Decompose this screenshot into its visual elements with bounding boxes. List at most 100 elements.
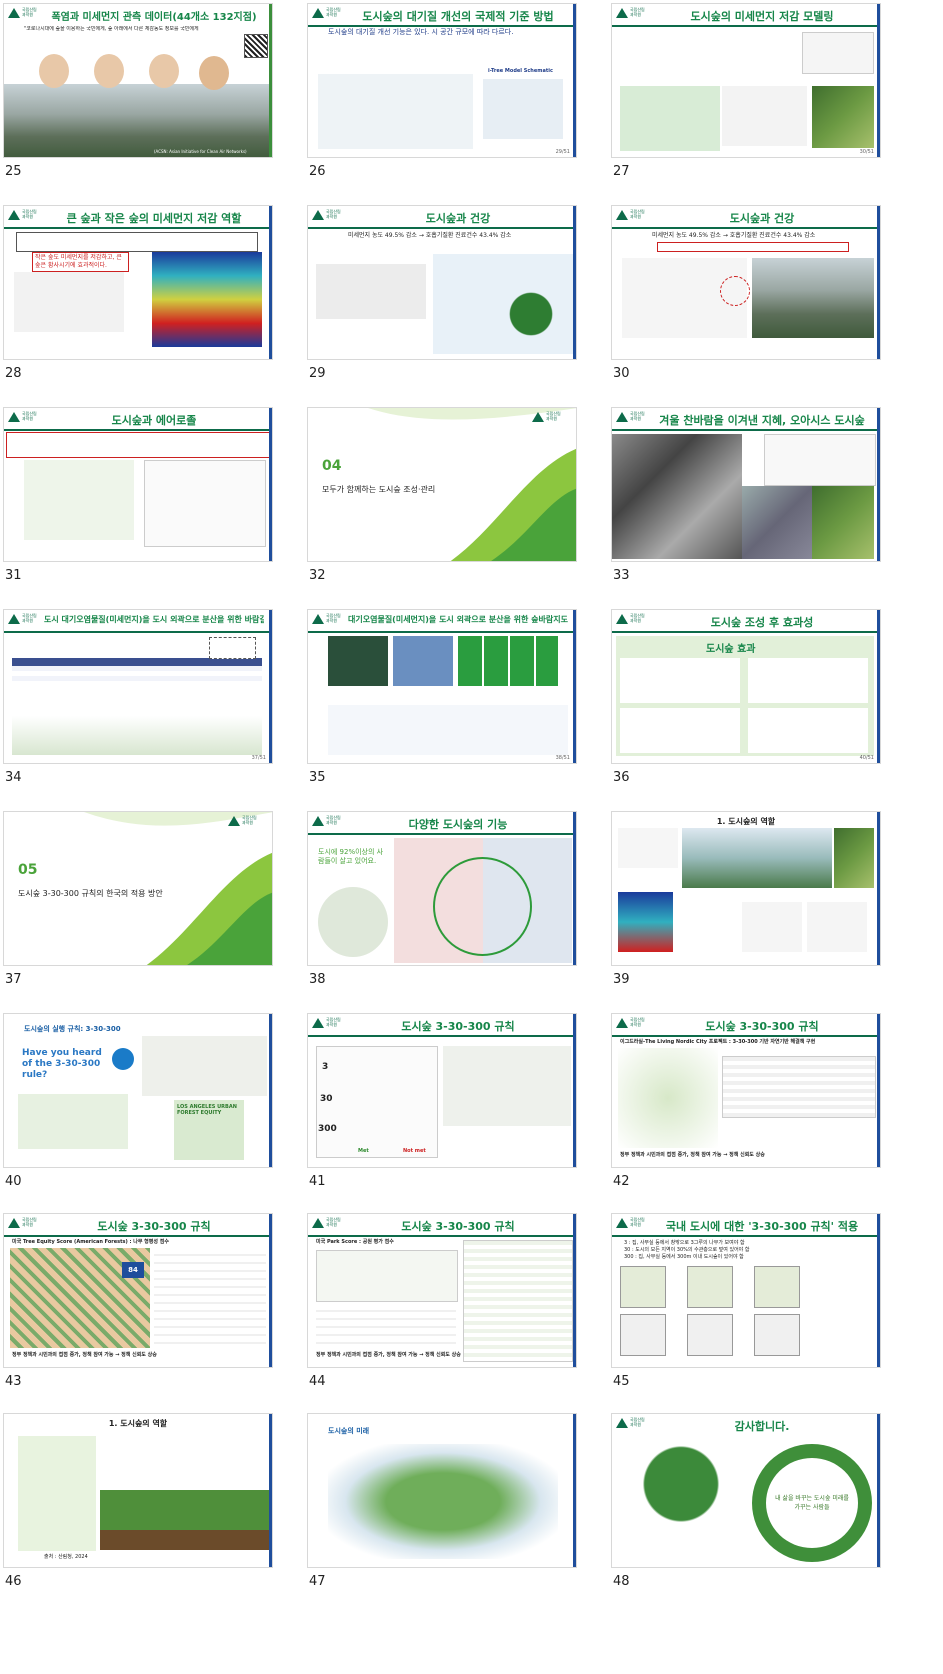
forest-logo: 국립산림 과학원 [228, 815, 270, 829]
effect-card [748, 708, 868, 753]
data-table [722, 1056, 876, 1118]
city-map [687, 1266, 733, 1308]
green-map [618, 1048, 718, 1148]
slide-subtitle: 미국 Tree Equity Score (American Forests) … [12, 1239, 169, 1245]
slide-thumb-30[interactable]: 국립산림 과학원 도시숲과 건강 미세먼지 농도 49.5% 감소 → 호흡기질환… [611, 205, 881, 360]
aerial-photo [752, 258, 874, 338]
slide-thumb-45[interactable]: 국립산림 과학원 국내 도시에 대한 '3-30-300 규칙' 적용 3 : 집… [611, 1213, 881, 1368]
slide-number: 44 [309, 1374, 326, 1389]
curve-chart [764, 434, 876, 486]
slide-number: 48 [613, 1574, 630, 1589]
slide-thumb-48[interactable]: 국립산림 과학원 감사합니다. 내 삶을 바꾸는 도시숲 미래를 가꾸는 사람들 [611, 1413, 881, 1568]
slide-title: 도시 대기오염물질(미세먼지)을 도시 외곽으로 분산을 위한 바람길숲 [44, 615, 264, 624]
slide-number: 27 [613, 164, 630, 179]
slide-thumb-47[interactable]: 도시숲의 미래 [307, 1413, 577, 1568]
qr-code [244, 34, 268, 58]
slide-title: 대기오염물질(미세먼지)을 도시 외곽으로 분산을 위한 숲바람지도 [348, 615, 568, 624]
city-map [620, 1314, 666, 1356]
ranking-table [463, 1240, 573, 1362]
infographic-panel: 도시숲 효과 [616, 636, 874, 756]
section-number: 04 [322, 458, 342, 474]
slide-subtitle: 미세먼지 농도 49.5% 감소 → 호흡기질환 진료건수 43.4% 감소 [652, 232, 816, 239]
slide-subtitle: 미국 Park Score : 공원 평가 점수 [316, 1239, 394, 1245]
met-label: Met [358, 1148, 369, 1154]
slide-thumb-29[interactable]: 국립산림 과학원 도시숲과 건강 미세먼지 농도 49.5% 감소 → 호흡기질환… [307, 205, 577, 360]
slide-footer: 정부 정책과 시민과의 접점 증가, 정책 참여 가능 → 정책 신뢰도 상승 [620, 1152, 765, 1158]
highlight-circle [720, 276, 750, 306]
infographic-heading: 도시숲 효과 [706, 644, 756, 655]
slide-thumb-34[interactable]: 국립산림 과학원 도시 대기오염물질(미세먼지)을 도시 외곽으로 분산을 위한 … [3, 609, 273, 764]
slide-thumb-40[interactable]: 도시숲의 실행 규칙: 3-30-300 Have you heard of t… [3, 1013, 273, 1168]
city-photo [682, 828, 832, 888]
forest-photo [812, 486, 874, 559]
illustration [620, 86, 720, 151]
bullet-list [316, 1304, 456, 1349]
slide-number: 40 [5, 1174, 22, 1189]
schematic [483, 79, 563, 139]
city-map [754, 1314, 800, 1356]
slide-footer: 정부 정책과 시민과의 접점 증가, 정책 참여 가능 → 정책 신뢰도 상승 [12, 1352, 157, 1358]
map-photo [742, 486, 812, 559]
bullet-list [154, 1248, 266, 1348]
satellite-map [328, 636, 388, 686]
rule-line: 300 : 집, 사무실 등에서 300m 이내 도시숲이 있어야 함 [624, 1254, 744, 1260]
forest-photo [834, 828, 874, 888]
rule-line: 3 : 집, 사무실 등에서 창밖으로 3그루의 나무가 보여야 함 [624, 1240, 745, 1246]
slide-title: 도시숲 조성 후 효과성 [710, 616, 814, 629]
not-met-label: Not met [403, 1148, 426, 1154]
slide-thumb-38[interactable]: 국립산림 과학원 다양한 도시숲의 기능 도시에 92%이상의 사람들이 살고 있… [307, 811, 577, 966]
slide-thumb-28[interactable]: 국립산림 과학원 큰 숲과 작은 숲의 미세먼지 저감 역할 작은 숲도 미세먼지… [3, 205, 273, 360]
slide-thumb-25[interactable]: 국립산림 과학원 폭염과 미세먼지 관측 데이터(44개소 132지점) "코로나… [3, 3, 273, 158]
slide-thumb-46[interactable]: 1. 도시숲의 역할 출처 : 산림청, 2024 [3, 1413, 273, 1568]
slide-thumb-35[interactable]: 국립산림 과학원 대기오염물질(미세먼지)을 도시 외곽으로 분산을 위한 숲바람… [307, 609, 577, 764]
slide-title: 도시숲과 건강 [729, 212, 795, 225]
slide-thumb-26[interactable]: 국립산림 과학원 도시숲의 대기질 개선의 국제적 기준 방법 도시숲의 대기질 … [307, 3, 577, 158]
slide-title: 겨울 찬바람을 이겨낸 지혜, 오아시스 도시숲 [659, 414, 865, 427]
slide-thumb-32[interactable]: 국립산림 과학원 04 모두가 함께하는 도시숲 조성·관리 [307, 407, 577, 562]
pollution-diagram [433, 254, 573, 354]
slide-number: 41 [309, 1174, 326, 1189]
slide-subtitle: 이그드라실-The Living Nordic City 프로젝트 : 3-30… [620, 1039, 816, 1045]
page-number: 29/51 [555, 149, 570, 155]
equity-panel: LOS ANGELES URBAN FOREST EQUITY [174, 1100, 244, 1160]
slide-title: 도시숲과 건강 [425, 212, 491, 225]
slide-thumb-42[interactable]: 국립산림 과학원 도시숲 3-30-300 규칙 이그드라실-The Living… [611, 1013, 881, 1168]
person-avatar [94, 54, 124, 88]
slide-number: 30 [613, 366, 630, 381]
panel-title: LOS ANGELES URBAN FOREST EQUITY [177, 1104, 237, 1116]
slide-subtitle: 미세먼지 농도 49.5% 감소 → 호흡기질환 진료건수 43.4% 감소 [348, 232, 512, 239]
slide-thumb-43[interactable]: 국립산림 과학원 도시숲 3-30-300 규칙 미국 Tree Equity S… [3, 1213, 273, 1368]
tree-illustration [626, 1442, 736, 1562]
slide-thumb-31[interactable]: 국립산림 과학원 도시숲과 에어로졸 [3, 407, 273, 562]
paper-snippet [802, 32, 874, 74]
slide-number: 34 [5, 770, 22, 785]
forest-logo: 국립산림 과학원 [532, 411, 574, 425]
slide-thumb-39[interactable]: 1. 도시숲의 역할 [611, 811, 881, 966]
city-illustration [142, 1036, 267, 1096]
aerosol-diagram [24, 460, 134, 540]
slide-number: 28 [5, 366, 22, 381]
slide-title: 국내 도시에 대한 '3-30-300 규칙' 적용 [665, 1220, 859, 1233]
tree-illustration [18, 1094, 128, 1149]
slide-thumb-33[interactable]: 국립산림 과학원 겨울 찬바람을 이겨낸 지혜, 오아시스 도시숲 [611, 407, 881, 562]
slide-thumb-44[interactable]: 국립산림 과학원 도시숲 3-30-300 규칙 미국 Park Score : … [307, 1213, 577, 1368]
slide-title: 도시숲 3-30-300 규칙 [401, 1020, 515, 1033]
slide-thumb-36[interactable]: 국립산림 과학원 도시숲 조성 후 효과성 도시숲 효과 40/51 [611, 609, 881, 764]
slide-footer: (ACSN: Asian Initiative for Clean Air Ne… [154, 149, 247, 154]
city-map [620, 1266, 666, 1308]
rule-table [316, 1046, 438, 1158]
effect-card [620, 708, 740, 753]
slide-thumb-27[interactable]: 국립산림 과학원 도시숲의 미세먼지 저감 모델링 30/51 [611, 3, 881, 158]
slide-number: 47 [309, 1574, 326, 1589]
slide-thumb-37[interactable]: 국립산림 과학원 05 도시숲 3-30-300 규칙의 한국의 적용 방안 [3, 811, 273, 966]
section-title: 도시숲 3-30-300 규칙의 한국의 적용 방안 [18, 889, 163, 898]
slide-title: 감사합니다. [734, 1420, 790, 1433]
slide-thumb-41[interactable]: 국립산림 과학원 도시숲 3-30-300 규칙 3 30 300 Met Not… [307, 1013, 577, 1168]
globe-icon [112, 1048, 134, 1070]
note-box: 작은 숲도 미세먼지를 저감하고, 큰 숲은 황사시기에 효과적이다. [32, 252, 129, 272]
slide-title: 1. 도시숲의 역할 [108, 1419, 168, 1428]
person-avatar [39, 54, 69, 88]
slide-subtitle: 도시에 92%이상의 사람들이 살고 있어요. [318, 848, 384, 865]
question-text: Have you heard of the 3-30-300 rule? [22, 1048, 102, 1080]
tree-diagram [318, 74, 473, 149]
